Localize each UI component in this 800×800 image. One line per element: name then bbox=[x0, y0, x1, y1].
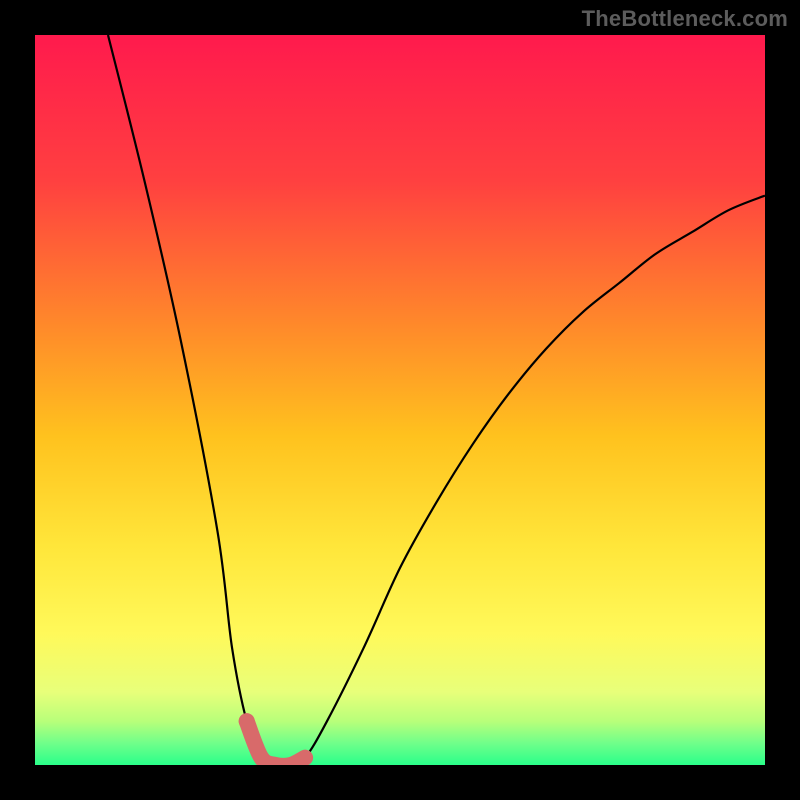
bottleneck-curve bbox=[35, 35, 765, 765]
watermark-text: TheBottleneck.com bbox=[582, 6, 788, 32]
highlight-dot bbox=[239, 713, 255, 729]
plot-area bbox=[35, 35, 765, 765]
curve-line bbox=[108, 35, 765, 765]
optimal-range-highlight bbox=[247, 721, 305, 765]
chart-frame: TheBottleneck.com bbox=[0, 0, 800, 800]
